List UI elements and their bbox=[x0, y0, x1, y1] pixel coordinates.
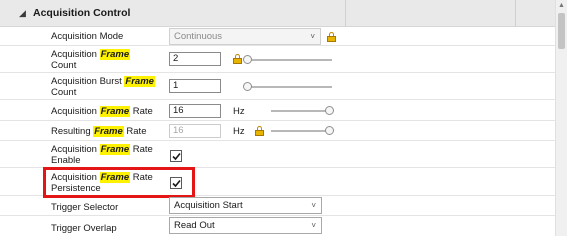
vertical-scrollbar[interactable]: ▲ bbox=[555, 0, 567, 236]
property-label: Trigger Selector bbox=[51, 202, 119, 213]
property-row-trigger-selector: Trigger Selector Acquisition Start ˅ bbox=[0, 196, 555, 216]
unit-label: Hz bbox=[233, 106, 245, 117]
combo-value: Acquisition Start bbox=[174, 200, 243, 211]
frame-rate-slider-track[interactable] bbox=[271, 110, 331, 112]
property-label: Trigger Overlap bbox=[51, 223, 117, 234]
combo-value: Continuous bbox=[174, 31, 223, 42]
property-row-burst-frame-count: Acquisition Burst Frame Count 1 bbox=[0, 73, 555, 100]
lock-icon bbox=[327, 32, 336, 42]
chevron-down-icon: ˅ bbox=[311, 221, 316, 230]
scroll-up-arrow-icon[interactable]: ▲ bbox=[558, 2, 565, 9]
property-row-frame-count: Acquisition Frame Count 2 bbox=[0, 46, 555, 73]
resulting-frame-rate-slider-thumb bbox=[325, 126, 334, 135]
chevron-down-icon: ˅ bbox=[310, 32, 315, 41]
collapse-arrow-icon[interactable]: ◢ bbox=[19, 8, 33, 19]
unit-label: Hz bbox=[233, 126, 245, 137]
lock-icon bbox=[255, 126, 264, 136]
property-label: Acquisition Burst Frame Count bbox=[51, 76, 155, 98]
burst-frame-count-input[interactable]: 1 bbox=[169, 79, 221, 93]
property-row-frame-rate-enable: Acquisition Frame Rate Enable bbox=[0, 141, 555, 168]
property-label: Acquisition Frame Rate bbox=[51, 106, 153, 117]
property-row-frame-rate: Acquisition Frame Rate 16 Hz bbox=[0, 100, 555, 121]
property-row-trigger-overlap: Trigger Overlap Read Out ˅ bbox=[0, 216, 555, 236]
property-label: Resulting Frame Rate bbox=[51, 126, 147, 137]
frame-count-slider-thumb[interactable] bbox=[243, 55, 252, 64]
highlight-callout-box bbox=[43, 167, 195, 198]
trigger-selector-combo[interactable]: Acquisition Start ˅ bbox=[169, 197, 322, 214]
frame-count-slider-track[interactable] bbox=[246, 59, 332, 61]
property-label: Acquisition Mode bbox=[51, 31, 124, 42]
burst-frame-count-slider-thumb[interactable] bbox=[243, 82, 252, 91]
frame-count-input[interactable]: 2 bbox=[169, 52, 221, 66]
category-title: Acquisition Control bbox=[33, 7, 131, 19]
trigger-overlap-combo[interactable]: Read Out ˅ bbox=[169, 217, 322, 234]
checkmark-icon bbox=[172, 152, 181, 161]
resulting-frame-rate-slider-track bbox=[271, 130, 331, 132]
burst-frame-count-slider-track[interactable] bbox=[246, 86, 332, 88]
frame-rate-enable-checkbox[interactable] bbox=[170, 150, 182, 162]
scrollbar-thumb[interactable] bbox=[558, 13, 565, 49]
property-row-acquisition-mode: Acquisition Mode Continuous ˅ bbox=[0, 27, 555, 46]
property-label: Acquisition Frame Count bbox=[51, 49, 131, 71]
property-label: Acquisition Frame Rate Enable bbox=[51, 144, 153, 166]
resulting-frame-rate-value: 16 bbox=[169, 124, 221, 138]
category-header[interactable]: ◢ Acquisition Control bbox=[0, 0, 555, 27]
chevron-down-icon: ˅ bbox=[311, 201, 316, 210]
frame-rate-input[interactable]: 16 bbox=[169, 104, 221, 118]
acquisition-mode-combo: Continuous ˅ bbox=[169, 28, 321, 45]
column-divider bbox=[515, 0, 516, 27]
property-row-resulting-frame-rate: Resulting Frame Rate 16 Hz bbox=[0, 121, 555, 141]
frame-rate-slider-thumb[interactable] bbox=[325, 106, 334, 115]
lock-icon bbox=[233, 54, 242, 64]
combo-value: Read Out bbox=[174, 220, 215, 231]
column-divider bbox=[345, 0, 346, 27]
